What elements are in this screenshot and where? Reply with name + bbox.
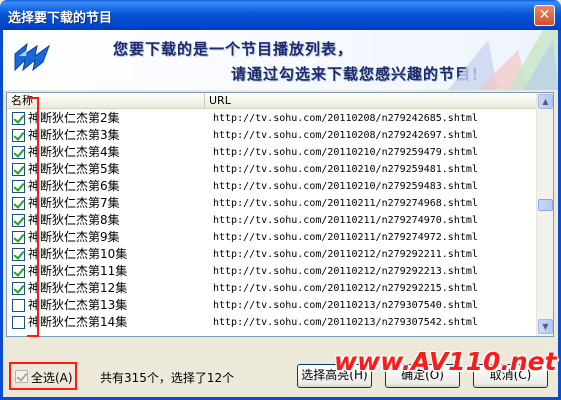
- flash-logo-icon: [14, 42, 51, 72]
- row-name: 神断狄仁杰第4集: [28, 145, 120, 159]
- row-checkbox[interactable]: [12, 316, 25, 329]
- row-checkbox[interactable]: [12, 163, 25, 176]
- list-item[interactable]: 神断狄仁杰第4集 http://tv.sohu.com/20110210/n279…: [7, 144, 537, 161]
- row-name: 神断狄仁杰第8集: [28, 213, 120, 227]
- row-name: 神断狄仁杰第3集: [28, 128, 120, 142]
- list-item[interactable]: 神断狄仁杰第8集 http://tv.sohu.com/20110211/n279…: [7, 212, 537, 229]
- column-header-url[interactable]: URL: [205, 93, 537, 108]
- list-item[interactable]: 神断狄仁杰第7集 http://tv.sohu.com/20110211/n279…: [7, 195, 537, 212]
- row-url: http://tv.sohu.com/20110212/n279292211.s…: [213, 249, 478, 260]
- scroll-up-button[interactable]: ▲: [538, 94, 553, 109]
- banner: 您要下载的是一个节目播放列表， 请通过勾选来下载您感兴趣的节目！: [3, 30, 558, 90]
- row-name: 神断狄仁杰第9集: [28, 230, 120, 244]
- list-item[interactable]: 神断狄仁杰第12集 http://tv.sohu.com/20110212/n27…: [7, 280, 537, 297]
- list-item[interactable]: 神断狄仁杰第11集 http://tv.sohu.com/20110212/n27…: [7, 263, 537, 280]
- row-name: 神断狄仁杰第14集: [28, 315, 128, 329]
- row-url: http://tv.sohu.com/20110211/n279274968.s…: [213, 198, 478, 209]
- list-item[interactable]: 神断狄仁杰第2集 http://tv.sohu.com/20110208/n279…: [7, 110, 537, 127]
- title-bar: 选择要下载的节目 ✕: [0, 0, 561, 30]
- row-url: http://tv.sohu.com/20110208/n279242685.s…: [213, 113, 478, 124]
- row-name: 神断狄仁杰第6集: [28, 179, 120, 193]
- banner-line1: 您要下载的是一个节目播放列表，: [113, 40, 354, 58]
- list-item[interactable]: 神断狄仁杰第6集 http://tv.sohu.com/20110210/n279…: [7, 178, 537, 195]
- list-header: 名称 URL: [7, 93, 537, 109]
- vertical-scrollbar[interactable]: ▲ ▼: [536, 93, 553, 336]
- row-checkbox[interactable]: [12, 180, 25, 193]
- close-icon[interactable]: ✕: [534, 5, 555, 26]
- row-checkbox[interactable]: [12, 197, 25, 210]
- row-checkbox[interactable]: [12, 231, 25, 244]
- row-name: 神断狄仁杰第2集: [28, 111, 120, 125]
- window-title: 选择要下载的节目: [8, 11, 113, 26]
- row-url: http://tv.sohu.com/20110211/n279274970.s…: [213, 215, 478, 226]
- row-checkbox[interactable]: [12, 299, 25, 312]
- row-url: http://tv.sohu.com/20110210/n279259481.s…: [213, 164, 478, 175]
- row-url: http://tv.sohu.com/20110213/n279307542.s…: [213, 317, 478, 328]
- row-checkbox[interactable]: [12, 265, 25, 278]
- list-item[interactable]: 神断狄仁杰第10集 http://tv.sohu.com/20110212/n27…: [7, 246, 537, 263]
- row-url: http://tv.sohu.com/20110210/n279259479.s…: [213, 147, 478, 158]
- watermark: www.AV110.net: [334, 347, 557, 376]
- row-checkbox[interactable]: [12, 129, 25, 142]
- row-checkbox[interactable]: [12, 214, 25, 227]
- row-url: http://tv.sohu.com/20110212/n279292213.s…: [213, 266, 478, 277]
- list-item[interactable]: 神断狄仁杰第14集 http://tv.sohu.com/20110213/n27…: [7, 314, 537, 331]
- row-url: http://tv.sohu.com/20110210/n279259483.s…: [213, 181, 478, 192]
- selection-status: 共有315个，选择了12个: [100, 371, 235, 385]
- scrollbar-thumb[interactable]: [538, 199, 553, 211]
- checkbox-highlight-box: [27, 97, 39, 337]
- list-rows: 神断狄仁杰第2集 http://tv.sohu.com/20110208/n279…: [7, 110, 537, 336]
- list-item[interactable]: 神断狄仁杰第9集 http://tv.sohu.com/20110211/n279…: [7, 229, 537, 246]
- row-checkbox[interactable]: [12, 248, 25, 261]
- select-all-highlight-box: [9, 362, 77, 390]
- row-name: 神断狄仁杰第7集: [28, 196, 120, 210]
- row-checkbox[interactable]: [12, 112, 25, 125]
- row-name: 神断狄仁杰第12集: [28, 281, 128, 295]
- scroll-down-button[interactable]: ▼: [538, 319, 553, 334]
- row-checkbox[interactable]: [12, 282, 25, 295]
- banner-decoration: [448, 30, 558, 90]
- row-name: 神断狄仁杰第13集: [28, 298, 128, 312]
- row-url: http://tv.sohu.com/20110208/n279242697.s…: [213, 130, 478, 141]
- row-url: http://tv.sohu.com/20110211/n279274972.s…: [213, 232, 478, 243]
- row-url: http://tv.sohu.com/20110213/n279307540.s…: [213, 300, 478, 311]
- row-url: http://tv.sohu.com/20110212/n279292215.s…: [213, 283, 478, 294]
- program-list[interactable]: 名称 URL 神断狄仁杰第2集 http://tv.sohu.com/201102…: [6, 92, 554, 337]
- row-name: 神断狄仁杰第10集: [28, 247, 128, 261]
- list-item[interactable]: 神断狄仁杰第13集 http://tv.sohu.com/20110213/n27…: [7, 297, 537, 314]
- row-name: 神断狄仁杰第5集: [28, 162, 120, 176]
- list-item[interactable]: 神断狄仁杰第3集 http://tv.sohu.com/20110208/n279…: [7, 127, 537, 144]
- row-name: 神断狄仁杰第11集: [28, 264, 128, 278]
- list-item[interactable]: 神断狄仁杰第5集 http://tv.sohu.com/20110210/n279…: [7, 161, 537, 178]
- row-checkbox[interactable]: [12, 146, 25, 159]
